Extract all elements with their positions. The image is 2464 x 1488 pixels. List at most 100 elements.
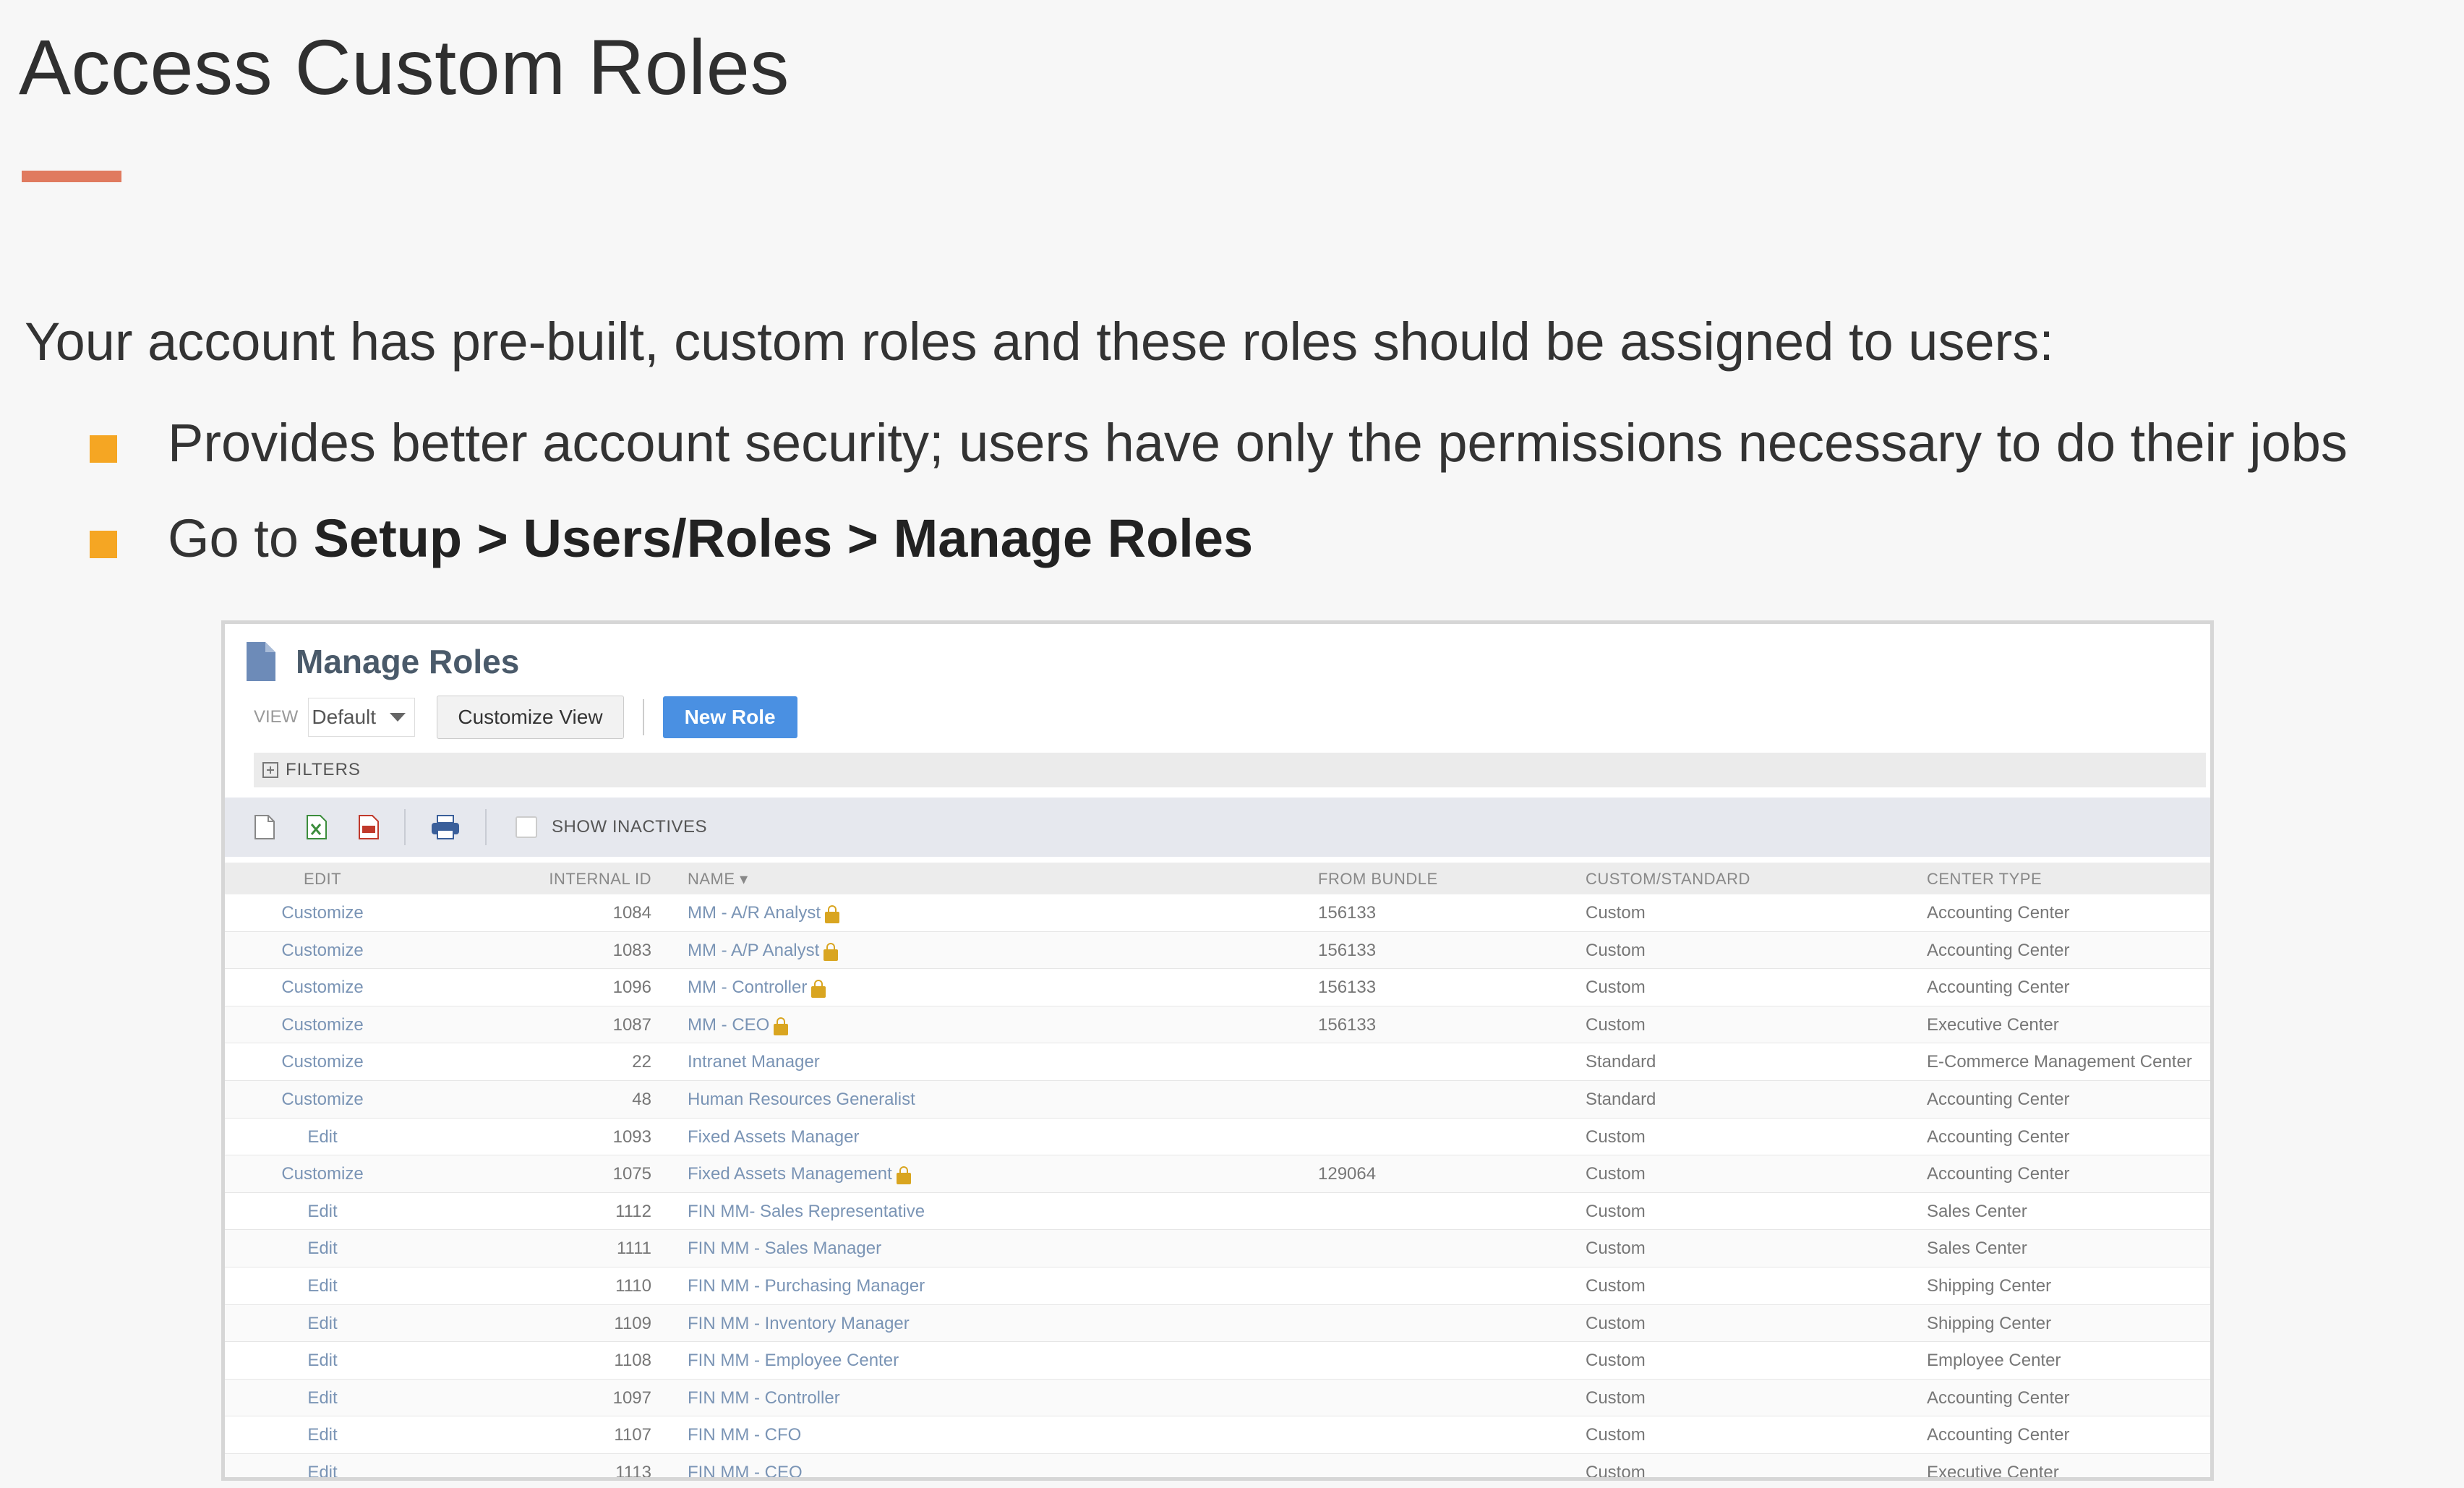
row-name-link[interactable]: MM - A/R Analyst bbox=[688, 903, 840, 923]
row-edit-link[interactable]: Edit bbox=[225, 1239, 420, 1259]
row-center-type-text: Accounting Center bbox=[1927, 1387, 2070, 1408]
row-name-link[interactable]: FIN MM - Inventory Manager bbox=[688, 1314, 910, 1334]
customize-view-button[interactable]: Customize View bbox=[437, 696, 624, 739]
column-header-center-type[interactable]: CENTER TYPE bbox=[1927, 870, 2042, 889]
row-name-link[interactable]: FIN MM - Controller bbox=[688, 1388, 840, 1408]
row-center-type: Accounting Center bbox=[1927, 1090, 2069, 1110]
row-custom-standard: Custom bbox=[1586, 1202, 1646, 1222]
row-edit-link[interactable]: Edit bbox=[225, 1276, 420, 1296]
row-name-link[interactable]: FIN MM - CFO bbox=[688, 1425, 801, 1445]
row-edit-link[interactable]: Customize bbox=[225, 1090, 420, 1110]
row-edit-link[interactable]: Edit bbox=[225, 1388, 420, 1408]
row-center-type: Accounting Center bbox=[1927, 1164, 2069, 1184]
row-center-type-text: Accounting Center bbox=[1927, 978, 2070, 998]
row-custom-standard: Custom bbox=[1586, 941, 1646, 961]
row-custom-standard: Custom bbox=[1586, 1239, 1646, 1259]
column-header-internal-id[interactable]: INTERNAL ID bbox=[543, 870, 651, 889]
lock-icon bbox=[825, 905, 840, 923]
row-custom-standard: Custom bbox=[1586, 1314, 1646, 1334]
row-edit-link[interactable]: Edit bbox=[225, 1314, 420, 1334]
new-role-button[interactable]: New Role bbox=[662, 696, 797, 738]
row-name-link[interactable]: FIN MM - CEO bbox=[688, 1462, 803, 1481]
row-edit-link-text: Edit bbox=[307, 1275, 338, 1296]
row-internal-id-text: 1108 bbox=[614, 1351, 651, 1371]
row-name-link[interactable]: MM - Controller bbox=[688, 978, 826, 999]
row-name-link[interactable]: MM - A/P Analyst bbox=[688, 940, 839, 961]
row-internal-id: 1084 bbox=[543, 903, 651, 923]
view-select-value: Default bbox=[312, 706, 377, 728]
row-edit-link[interactable]: Edit bbox=[225, 1351, 420, 1371]
row-from-bundle-text: 156133 bbox=[1318, 940, 1377, 960]
bullet-text-prefix: Go to bbox=[168, 508, 314, 568]
row-internal-id-text: 1109 bbox=[614, 1313, 651, 1333]
table-row: Customize 48 Human Resources Generalist Sta… bbox=[225, 1080, 2210, 1119]
row-name-link-text: FIN MM - Employee Center bbox=[688, 1351, 899, 1371]
row-edit-link-text: Customize bbox=[281, 1052, 364, 1072]
row-from-bundle-text: 129064 bbox=[1318, 1164, 1377, 1184]
row-from-bundle-text: 156133 bbox=[1318, 903, 1377, 923]
row-edit-link[interactable]: Customize bbox=[225, 1015, 420, 1035]
row-edit-link[interactable]: Customize bbox=[225, 941, 420, 961]
row-edit-link[interactable]: Customize bbox=[225, 1164, 420, 1184]
row-center-type-text: Executive Center bbox=[1927, 1462, 2059, 1481]
table-row: Customize 1096 MM - Controller 156133 Custom… bbox=[225, 969, 2210, 1006]
row-name-link[interactable]: Intranet Manager bbox=[688, 1052, 820, 1072]
print-icon[interactable] bbox=[430, 814, 461, 840]
row-edit-link-text: Customize bbox=[281, 940, 364, 960]
row-edit-link-text: Edit bbox=[307, 1201, 338, 1221]
table-row: Customize 1087 MM - CEO 156133 Custom Executi… bbox=[225, 1006, 2210, 1044]
chevron-down-icon bbox=[390, 713, 406, 722]
expand-plus-icon bbox=[262, 762, 278, 778]
lock-icon bbox=[774, 1017, 789, 1035]
row-name-link-text: MM - A/P Analyst bbox=[688, 940, 820, 960]
row-from-bundle-text: 156133 bbox=[1318, 978, 1377, 998]
row-center-type: Sales Center bbox=[1927, 1202, 2027, 1222]
row-internal-id: 1087 bbox=[543, 1015, 651, 1035]
row-custom-standard-text: Custom bbox=[1586, 1126, 1646, 1147]
row-edit-link[interactable]: Customize bbox=[225, 1052, 420, 1072]
row-edit-link[interactable]: Edit bbox=[225, 1425, 420, 1445]
row-internal-id: 1113 bbox=[543, 1462, 651, 1481]
row-custom-standard-text: Custom bbox=[1586, 1313, 1646, 1333]
row-name-link[interactable]: Fixed Assets Management bbox=[688, 1164, 911, 1185]
row-edit-link[interactable]: Edit bbox=[225, 1127, 420, 1147]
export-pdf-icon[interactable] bbox=[358, 814, 380, 840]
view-select[interactable]: Default bbox=[308, 698, 416, 737]
row-internal-id-text: 1113 bbox=[615, 1462, 651, 1481]
row-edit-link[interactable]: Edit bbox=[225, 1463, 420, 1477]
row-center-type-text: Accounting Center bbox=[1927, 1126, 2070, 1147]
row-name-link[interactable]: MM - CEO bbox=[688, 1014, 789, 1035]
row-internal-id-text: 1083 bbox=[612, 940, 651, 960]
row-name-link[interactable]: FIN MM - Sales Manager bbox=[688, 1239, 881, 1259]
row-name-link-text: FIN MM - Controller bbox=[688, 1387, 840, 1408]
column-header-from-bundle[interactable]: FROM BUNDLE bbox=[1318, 870, 1438, 889]
show-inactives-checkbox[interactable] bbox=[516, 816, 537, 838]
row-internal-id-text: 1093 bbox=[612, 1126, 651, 1147]
row-edit-link[interactable]: Edit bbox=[225, 1202, 420, 1222]
export-excel-icon[interactable] bbox=[306, 814, 328, 840]
row-internal-id-text: 1110 bbox=[615, 1275, 651, 1296]
row-name-link[interactable]: Fixed Assets Manager bbox=[688, 1127, 859, 1147]
filters-toggle[interactable]: FILTERS bbox=[254, 753, 2206, 787]
row-name-link[interactable]: FIN MM - Purchasing Manager bbox=[688, 1276, 925, 1296]
row-from-bundle: 156133 bbox=[1318, 941, 1376, 961]
row-internal-id-text: 1075 bbox=[612, 1164, 651, 1184]
table-row: Customize 1075 Fixed Assets Management 1290… bbox=[225, 1155, 2210, 1193]
table-row: Edit 1093 Fixed Assets Manager Custom Accoun… bbox=[225, 1119, 2210, 1156]
row-name-link[interactable]: Human Resources Generalist bbox=[688, 1090, 915, 1110]
row-edit-link[interactable]: Customize bbox=[225, 903, 420, 923]
row-edit-link[interactable]: Customize bbox=[225, 978, 420, 998]
row-edit-link-text: Edit bbox=[307, 1126, 338, 1147]
row-internal-id: 1097 bbox=[543, 1388, 651, 1408]
table-row: Edit 1097 FIN MM - Controller Custom Account… bbox=[225, 1379, 2210, 1417]
column-header-custom-standard[interactable]: CUSTOM/STANDARD bbox=[1586, 870, 1750, 889]
row-center-type-text: Sales Center bbox=[1927, 1201, 2027, 1221]
row-name-link-text: MM - CEO bbox=[688, 1014, 770, 1035]
row-name-link[interactable]: FIN MM- Sales Representative bbox=[688, 1202, 925, 1222]
row-name-link-text: FIN MM - CEO bbox=[688, 1462, 803, 1481]
row-custom-standard: Custom bbox=[1586, 1351, 1646, 1371]
new-document-icon[interactable] bbox=[254, 814, 275, 840]
column-header-name[interactable]: NAME ▾ bbox=[688, 870, 748, 889]
row-edit-link-text: Edit bbox=[307, 1387, 338, 1408]
row-name-link[interactable]: FIN MM - Employee Center bbox=[688, 1351, 899, 1371]
